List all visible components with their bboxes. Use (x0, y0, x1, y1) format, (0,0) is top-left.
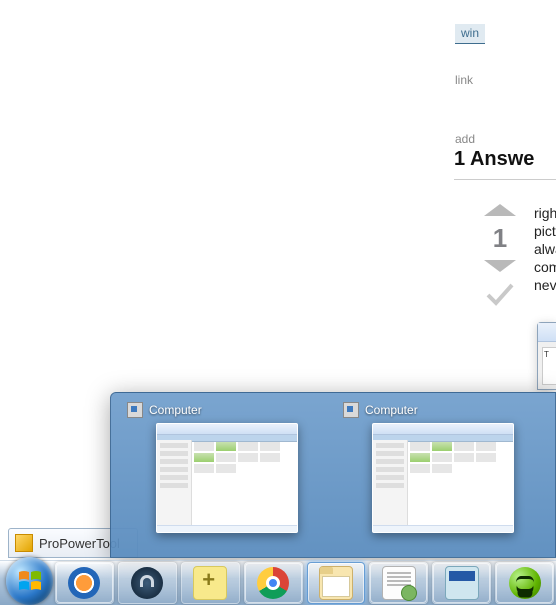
downvote-button[interactable] (484, 260, 516, 272)
console-icon (445, 566, 479, 600)
taskbar-button-explorer[interactable] (307, 562, 366, 604)
taskbar (0, 560, 556, 605)
vote-controls: 1 (480, 204, 520, 316)
taskbar-button-lock[interactable] (118, 562, 177, 604)
chrome-icon (257, 567, 289, 599)
question-meta-column: win link add (455, 0, 556, 147)
window-thumbnail[interactable] (372, 423, 514, 533)
tab-favicon (15, 534, 33, 552)
sticky-note-icon (193, 566, 227, 600)
taskbar-button-sticky[interactable] (181, 562, 240, 604)
thumbnail-title: Computer (149, 403, 202, 417)
notepad-icon (382, 566, 416, 600)
vote-score: 1 (480, 220, 520, 256)
tab-label: ProPowerTool (39, 536, 120, 551)
taskbar-button-notepadpp[interactable] (369, 562, 428, 604)
windows-logo-icon (16, 567, 44, 595)
taskbar-thumbnail-flyout: Computer Computer (110, 392, 556, 558)
folder-icon (319, 566, 353, 600)
answers-header: 1 Answe (454, 145, 556, 180)
tag-chip[interactable]: win (455, 24, 485, 44)
accept-check-icon[interactable] (484, 278, 516, 310)
taskbar-button-wmp[interactable] (55, 562, 114, 604)
thumbnail-item[interactable]: Computer (127, 401, 327, 533)
taskbar-button-chrome[interactable] (244, 562, 303, 604)
start-button[interactable] (6, 557, 53, 605)
share-link[interactable]: link (455, 72, 556, 89)
background-window-sliver: T (537, 322, 556, 390)
lock-icon (131, 567, 163, 599)
thumbnail-item[interactable]: Computer (343, 401, 543, 533)
media-player-icon (68, 567, 100, 599)
taskbar-button-spotify[interactable] (495, 562, 554, 604)
answer-body: righ pictu alwa com nev (534, 204, 556, 294)
taskbar-button-console[interactable] (432, 562, 491, 604)
window-thumbnail[interactable] (156, 423, 298, 533)
spotify-icon (509, 567, 541, 599)
thumbnail-title: Computer (365, 403, 418, 417)
computer-icon (127, 402, 143, 418)
upvote-button[interactable] (484, 204, 516, 216)
computer-icon (343, 402, 359, 418)
